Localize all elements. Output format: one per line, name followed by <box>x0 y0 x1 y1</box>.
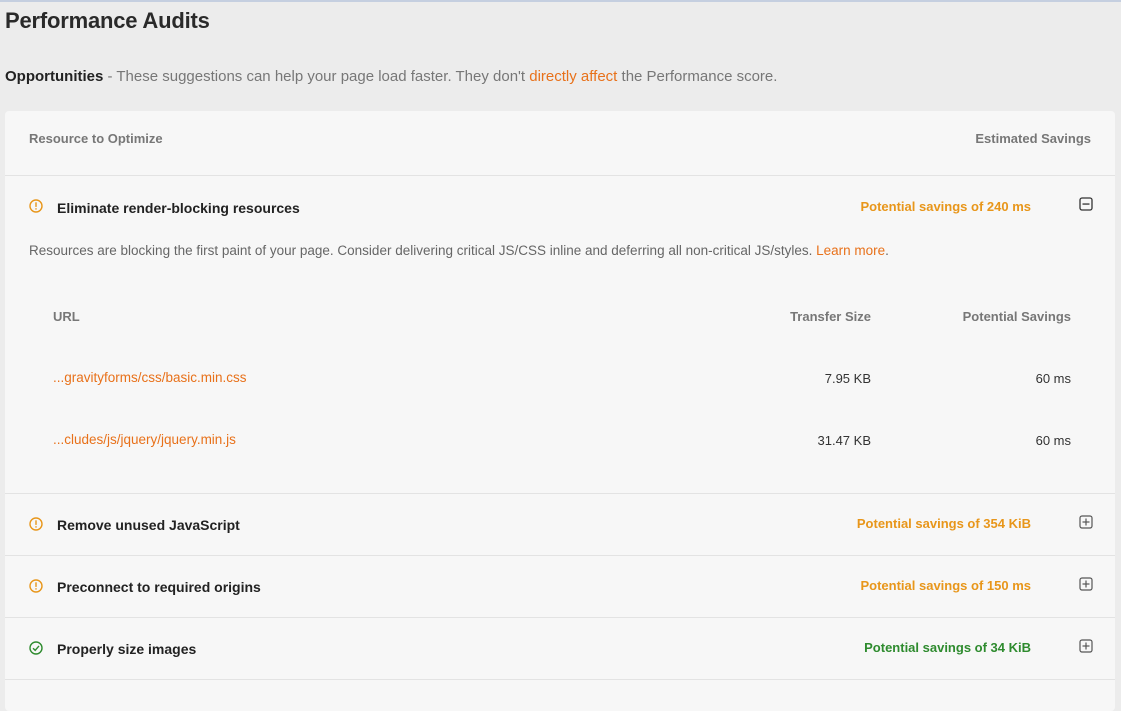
subtitle-text-post: the Performance score. <box>617 68 778 85</box>
description-text: Resources are blocking the first paint o… <box>29 243 817 258</box>
resource-column-header: Resource to Optimize <box>29 131 163 146</box>
check-circle-icon <box>29 641 43 655</box>
audit-label[interactable]: Properly size images <box>57 641 196 657</box>
audit-row-unused-javascript[interactable]: Remove unused JavaScript Potential savin… <box>5 493 1115 556</box>
potential-savings-value: 60 ms <box>1035 371 1071 386</box>
top-border <box>0 0 1121 2</box>
warning-circle-icon <box>29 517 43 531</box>
learn-more-link[interactable]: Learn more <box>816 243 885 258</box>
expand-plus-icon[interactable] <box>1079 515 1093 529</box>
subtitle-text-pre: - These suggestions can help your page l… <box>103 68 530 85</box>
audit-savings: Potential savings of 354 KiB <box>856 516 1031 531</box>
audit-label[interactable]: Preconnect to required origins <box>57 579 261 595</box>
expand-plus-icon[interactable] <box>1079 577 1093 591</box>
audit-savings: Potential savings of 240 ms <box>860 199 1031 214</box>
url-column-header: URL <box>53 309 80 324</box>
warning-circle-icon <box>29 579 43 593</box>
collapse-minus-icon[interactable] <box>1079 197 1093 211</box>
audit-savings: Potential savings of 34 KiB <box>864 640 1031 655</box>
resource-url-link[interactable]: ...gravityforms/css/basic.min.css <box>53 370 247 385</box>
audit-row-preconnect[interactable]: Preconnect to required origins Potential… <box>5 555 1115 618</box>
transfer-size-value: 31.47 KB <box>817 433 872 448</box>
potential-savings-column-header: Potential Savings <box>962 309 1071 324</box>
transfer-size-value: 7.95 KB <box>824 371 871 386</box>
warning-circle-icon <box>29 199 43 213</box>
opportunities-subtitle: Opportunities - These suggestions can he… <box>5 68 777 85</box>
transfer-size-column-header: Transfer Size <box>790 309 871 324</box>
audit-row-render-blocking: Eliminate render-blocking resources Pote… <box>5 175 1115 494</box>
audit-label[interactable]: Eliminate render-blocking resources <box>57 200 300 216</box>
audit-description: Resources are blocking the first paint o… <box>29 243 889 258</box>
potential-savings-value: 60 ms <box>1035 433 1071 448</box>
audit-row-properly-size-images[interactable]: Properly size images Potential savings o… <box>5 617 1115 680</box>
subtitle-strong: Opportunities <box>5 68 104 85</box>
audit-savings: Potential savings of 150 ms <box>860 578 1031 593</box>
savings-column-header: Estimated Savings <box>975 131 1091 146</box>
directly-affect-link[interactable]: directly affect <box>529 68 617 85</box>
expand-plus-icon[interactable] <box>1079 639 1093 653</box>
audits-panel: Resource to Optimize Estimated Savings E… <box>5 111 1115 711</box>
resource-url-link[interactable]: ...cludes/js/jquery/jquery.min.js <box>53 432 236 447</box>
table-header: Resource to Optimize Estimated Savings <box>5 111 1115 176</box>
page-title: Performance Audits <box>5 8 210 33</box>
description-suffix: . <box>885 243 889 258</box>
audit-label[interactable]: Remove unused JavaScript <box>57 517 240 533</box>
